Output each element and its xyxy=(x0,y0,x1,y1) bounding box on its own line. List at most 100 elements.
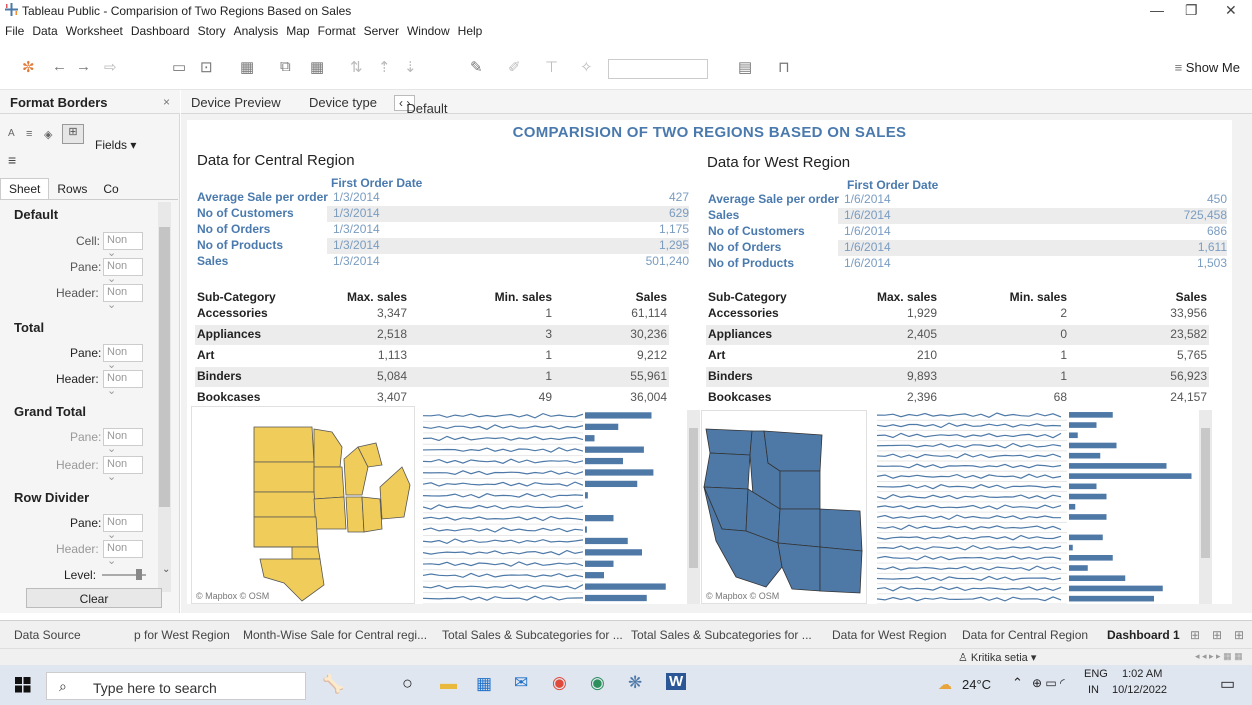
sparkline[interactable] xyxy=(422,595,584,601)
bar[interactable] xyxy=(1069,493,1107,500)
tab-columns[interactable]: Co xyxy=(95,179,126,199)
pane-border-dropdown[interactable]: Non ⌄ xyxy=(103,258,143,285)
task-view-icon[interactable]: ○ xyxy=(402,673,413,694)
sparkline[interactable] xyxy=(876,534,1062,541)
sparkline[interactable] xyxy=(422,435,584,442)
menu-item-story[interactable]: Story xyxy=(198,24,226,38)
bar[interactable] xyxy=(1069,463,1167,469)
bar[interactable] xyxy=(585,560,614,567)
sparkline[interactable] xyxy=(876,524,1062,531)
divider-pane-dropdown[interactable]: Non ⌄ xyxy=(103,514,143,541)
highlight-icon[interactable]: ✎ xyxy=(470,58,483,76)
west-map[interactable]: © Mapbox © OSM xyxy=(701,410,867,604)
bar[interactable] xyxy=(585,514,614,522)
sparkline[interactable] xyxy=(876,575,1062,582)
menu-item-format[interactable]: Format xyxy=(318,24,356,38)
sparkline[interactable] xyxy=(876,432,1062,439)
label-icon[interactable]: ⊤ xyxy=(545,58,558,76)
pencil-icon[interactable]: ✐ xyxy=(508,58,521,76)
new-datasource-icon[interactable]: ⊡ xyxy=(200,58,213,76)
sparkline[interactable] xyxy=(876,473,1062,479)
menu-item-file[interactable]: File xyxy=(5,24,24,38)
total-header-dropdown[interactable]: Non ⌄ xyxy=(103,370,143,397)
sheet-tab[interactable]: Month-Wise Sale for Central regi... xyxy=(243,628,427,642)
shading-icon[interactable]: ◈ xyxy=(44,128,52,141)
tableau-home-icon[interactable]: ✼ xyxy=(22,58,35,76)
chrome-icon[interactable]: ◉ xyxy=(552,673,567,693)
table-header[interactable]: Sub-Category xyxy=(708,290,787,304)
bar[interactable] xyxy=(1069,534,1103,541)
scroll-thumb[interactable] xyxy=(159,227,170,507)
sort-asc-icon[interactable]: ⇡ xyxy=(378,58,391,76)
sparkline[interactable] xyxy=(876,463,1062,469)
bar[interactable] xyxy=(1069,585,1163,592)
grand-pane-dropdown[interactable]: Non ⌄ xyxy=(103,428,143,455)
sparkline[interactable] xyxy=(876,555,1062,561)
scroll-down-icon[interactable]: ⌄ xyxy=(162,564,170,575)
sparkline[interactable] xyxy=(876,565,1062,571)
bar[interactable] xyxy=(1069,452,1101,459)
bar[interactable] xyxy=(585,469,654,476)
menu-item-server[interactable]: Server xyxy=(364,24,399,38)
header-border-dropdown[interactable]: Non ⌄ xyxy=(103,284,143,311)
bar[interactable] xyxy=(1069,432,1078,439)
menu-item-map[interactable]: Map xyxy=(286,24,309,38)
sparkline[interactable] xyxy=(876,412,1062,418)
table-header[interactable]: Sub-Category xyxy=(197,290,276,304)
cell-border-dropdown[interactable]: Non ⌄ xyxy=(103,232,143,259)
total-pane-dropdown[interactable]: Non ⌄ xyxy=(103,344,143,371)
sparkline[interactable] xyxy=(876,422,1062,429)
table-header[interactable]: Max. sales xyxy=(327,290,407,304)
bar[interactable] xyxy=(585,594,647,602)
tab-nav-icons[interactable]: ◂ ◂ ▸ ▸ ▦ ▦ xyxy=(1195,651,1243,662)
bar[interactable] xyxy=(585,457,623,465)
sparkline[interactable] xyxy=(422,527,584,533)
device-preview-button[interactable]: Device Preview xyxy=(191,95,281,110)
sparkline[interactable] xyxy=(422,561,584,567)
sheet-tab[interactable]: Total Sales & Subcategories for ... xyxy=(631,628,812,642)
duplicate-icon[interactable]: ⧉ xyxy=(280,58,291,75)
language-code[interactable]: ENG xyxy=(1084,668,1108,680)
menu-item-data[interactable]: Data xyxy=(32,24,57,38)
fit-dropdown[interactable] xyxy=(608,59,708,79)
forward-icon[interactable]: → xyxy=(76,58,91,75)
sparkline[interactable] xyxy=(876,484,1062,490)
bar[interactable] xyxy=(1069,442,1117,449)
sparkline[interactable] xyxy=(876,514,1062,521)
bar[interactable] xyxy=(1069,412,1113,418)
sparkline[interactable] xyxy=(876,453,1062,459)
sparkline[interactable] xyxy=(422,538,584,545)
west-scrollbar[interactable] xyxy=(1199,410,1212,604)
sheet-tab[interactable]: p for West Region xyxy=(134,628,230,642)
clock-date[interactable]: 10/12/2022 xyxy=(1112,684,1167,696)
bar[interactable] xyxy=(1069,514,1107,520)
tray-icons[interactable]: ⊕ ▭ ◜ xyxy=(1032,676,1065,690)
sparkline[interactable] xyxy=(876,494,1062,500)
pin-icon[interactable]: ✧ xyxy=(580,58,593,76)
sheet-tab[interactable]: Data Source xyxy=(14,628,81,642)
west-scroll-thumb[interactable] xyxy=(1201,428,1210,558)
fields-dropdown[interactable]: Fields ▾ xyxy=(95,138,136,152)
bar[interactable] xyxy=(1069,422,1097,428)
sparkline[interactable] xyxy=(422,584,584,590)
sparkline[interactable] xyxy=(422,481,584,487)
bar[interactable] xyxy=(585,537,628,545)
table-header[interactable]: Min. sales xyxy=(987,290,1067,304)
clock-time[interactable]: 1:02 AM xyxy=(1122,668,1162,680)
bar[interactable] xyxy=(585,549,642,556)
bar[interactable] xyxy=(1069,575,1126,582)
bar[interactable] xyxy=(585,480,638,488)
bar[interactable] xyxy=(1069,544,1073,551)
sparkline[interactable] xyxy=(422,515,584,522)
bar[interactable] xyxy=(585,526,587,533)
show-cards-icon[interactable]: ▤ xyxy=(738,58,752,76)
bar[interactable] xyxy=(1069,595,1154,602)
notification-icon[interactable]: ▭ xyxy=(1220,674,1235,694)
panel-scrollbar[interactable] xyxy=(158,202,171,592)
clear-sheet-icon[interactable]: ▦ xyxy=(310,58,324,76)
align-icon[interactable]: ≡ xyxy=(26,128,32,140)
presentation-icon[interactable]: ⊓ xyxy=(778,58,790,76)
level-slider-handle[interactable] xyxy=(136,569,142,580)
bar[interactable] xyxy=(1069,565,1088,571)
lines-icon[interactable]: ≡ xyxy=(8,152,16,168)
